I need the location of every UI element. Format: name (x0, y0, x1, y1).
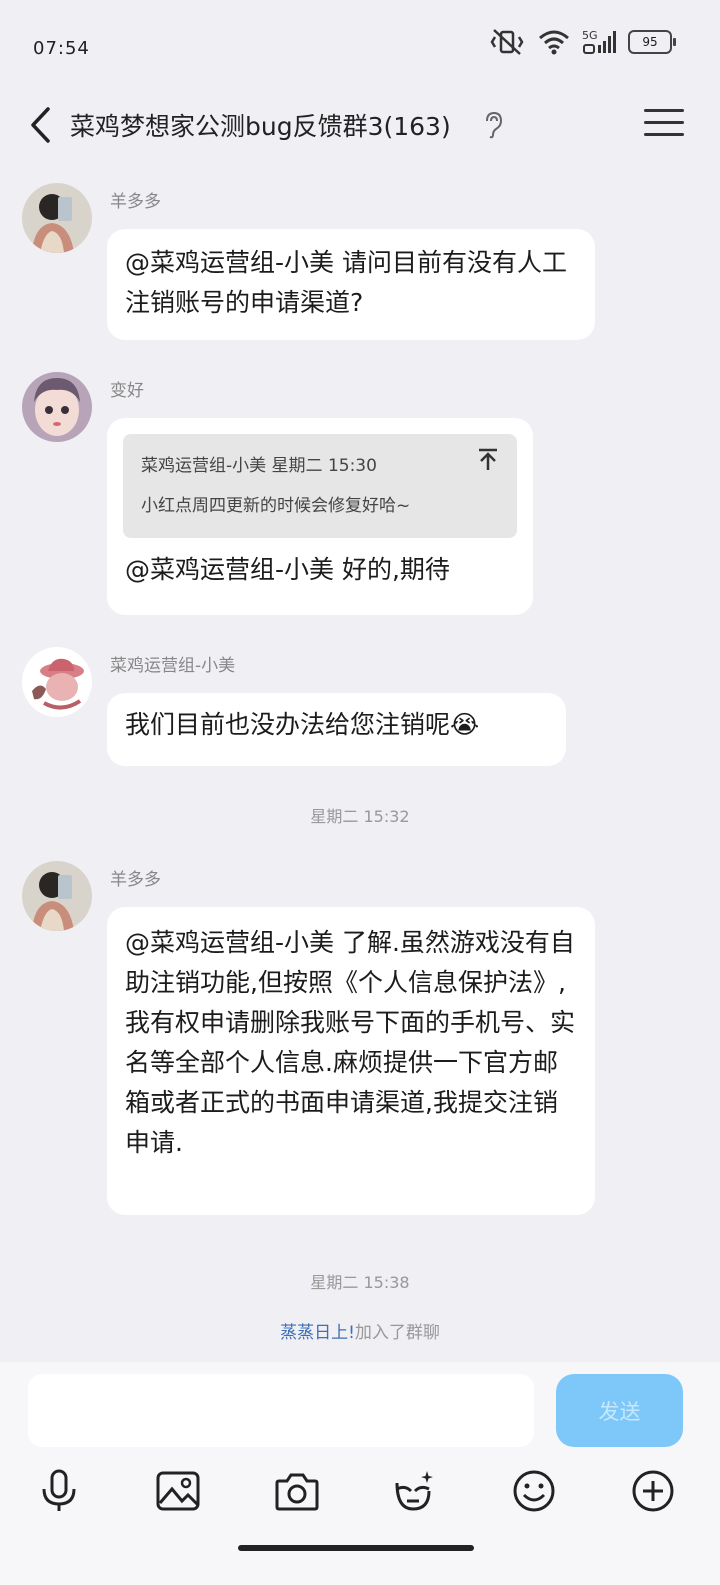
emoji-icon (513, 1470, 555, 1512)
timestamp: 星期二 15:38 (310, 1273, 410, 1292)
chat-header: 菜鸡梦想家公测bug反馈群3(163) (0, 95, 720, 155)
sender-name: 菜鸡运营组-小美 (110, 656, 236, 676)
jump-to-top-icon[interactable] (477, 448, 499, 472)
avatar[interactable] (22, 647, 92, 717)
avatar[interactable] (22, 861, 92, 931)
svg-text:5G: 5G (582, 29, 598, 42)
vibrate-icon (490, 29, 524, 55)
camera-icon (275, 1473, 319, 1511)
message-bubble[interactable]: 我们目前也没办法给您注销呢😭 (107, 693, 566, 766)
menu-line (644, 121, 684, 124)
microphone-icon (42, 1469, 76, 1511)
status-bar: 07:54 5G 95 (0, 0, 720, 90)
back-button[interactable] (22, 103, 58, 147)
message-text: @菜鸡运营组-小美 好的,期待 (125, 555, 450, 584)
message-input[interactable] (28, 1374, 534, 1447)
menu-line (644, 109, 684, 112)
face-effect-icon (395, 1471, 433, 1511)
ear-icon[interactable] (483, 111, 503, 139)
message-text: @菜鸡运营组-小美 请问目前有没有人工注销账号的申请渠道? (125, 248, 567, 317)
image-button[interactable] (154, 1467, 202, 1515)
quote-header: 菜鸡运营组-小美 星期二 15:30 (141, 456, 377, 476)
timestamp: 星期二 15:32 (310, 807, 410, 826)
emoji-button[interactable] (510, 1467, 558, 1515)
battery-indicator: 95 (628, 30, 676, 54)
home-indicator[interactable] (238, 1545, 474, 1551)
sender-name: 变好 (110, 381, 144, 401)
chevron-left-icon (31, 107, 50, 143)
menu-button[interactable] (644, 109, 684, 141)
camera-button[interactable] (273, 1467, 321, 1515)
quote-text: 小红点周四更新的时候会修复好哈~ (141, 496, 411, 516)
more-button[interactable] (629, 1467, 677, 1515)
message-text: @菜鸡运营组-小美 了解.虽然游戏没有自助注销功能,但按照《个人信息保护法》,我… (125, 928, 576, 1157)
message-bubble[interactable]: @菜鸡运营组-小美 请问目前有没有人工注销账号的申请渠道? (107, 229, 595, 340)
input-bar: 发送 (0, 1362, 720, 1585)
wifi-icon (539, 30, 569, 55)
avatar[interactable] (22, 372, 92, 442)
message-bubble[interactable]: 菜鸡运营组-小美 星期二 15:30 小红点周四更新的时候会修复好哈~ @菜鸡运… (107, 418, 533, 615)
plus-icon (632, 1470, 674, 1512)
status-time: 07:54 (33, 38, 90, 59)
sender-name: 羊多多 (110, 192, 161, 212)
face-effect-button[interactable] (390, 1467, 438, 1515)
voice-button[interactable] (35, 1467, 83, 1515)
system-action: 加入了群聊 (354, 1323, 440, 1343)
avatar[interactable] (22, 183, 92, 253)
system-message: 蒸蒸日上!加入了群聊 (0, 1318, 720, 1343)
sender-name: 羊多多 (110, 870, 161, 890)
send-button[interactable]: 发送 (556, 1374, 683, 1447)
status-icons: 5G 95 (488, 28, 676, 56)
chat-title[interactable]: 菜鸡梦想家公测bug反馈群3(163) (70, 107, 451, 143)
message-text: 我们目前也没办法给您注销呢😭 (125, 710, 480, 739)
message-bubble[interactable]: @菜鸡运营组-小美 了解.虽然游戏没有自助注销功能,但按照《个人信息保护法》,我… (107, 907, 595, 1215)
signal-icon: 5G (582, 29, 616, 54)
image-icon (156, 1471, 200, 1511)
quoted-reply[interactable]: 菜鸡运营组-小美 星期二 15:30 小红点周四更新的时候会修复好哈~ (123, 434, 517, 538)
joined-member-name[interactable]: 蒸蒸日上! (280, 1323, 355, 1343)
menu-line (644, 133, 684, 136)
